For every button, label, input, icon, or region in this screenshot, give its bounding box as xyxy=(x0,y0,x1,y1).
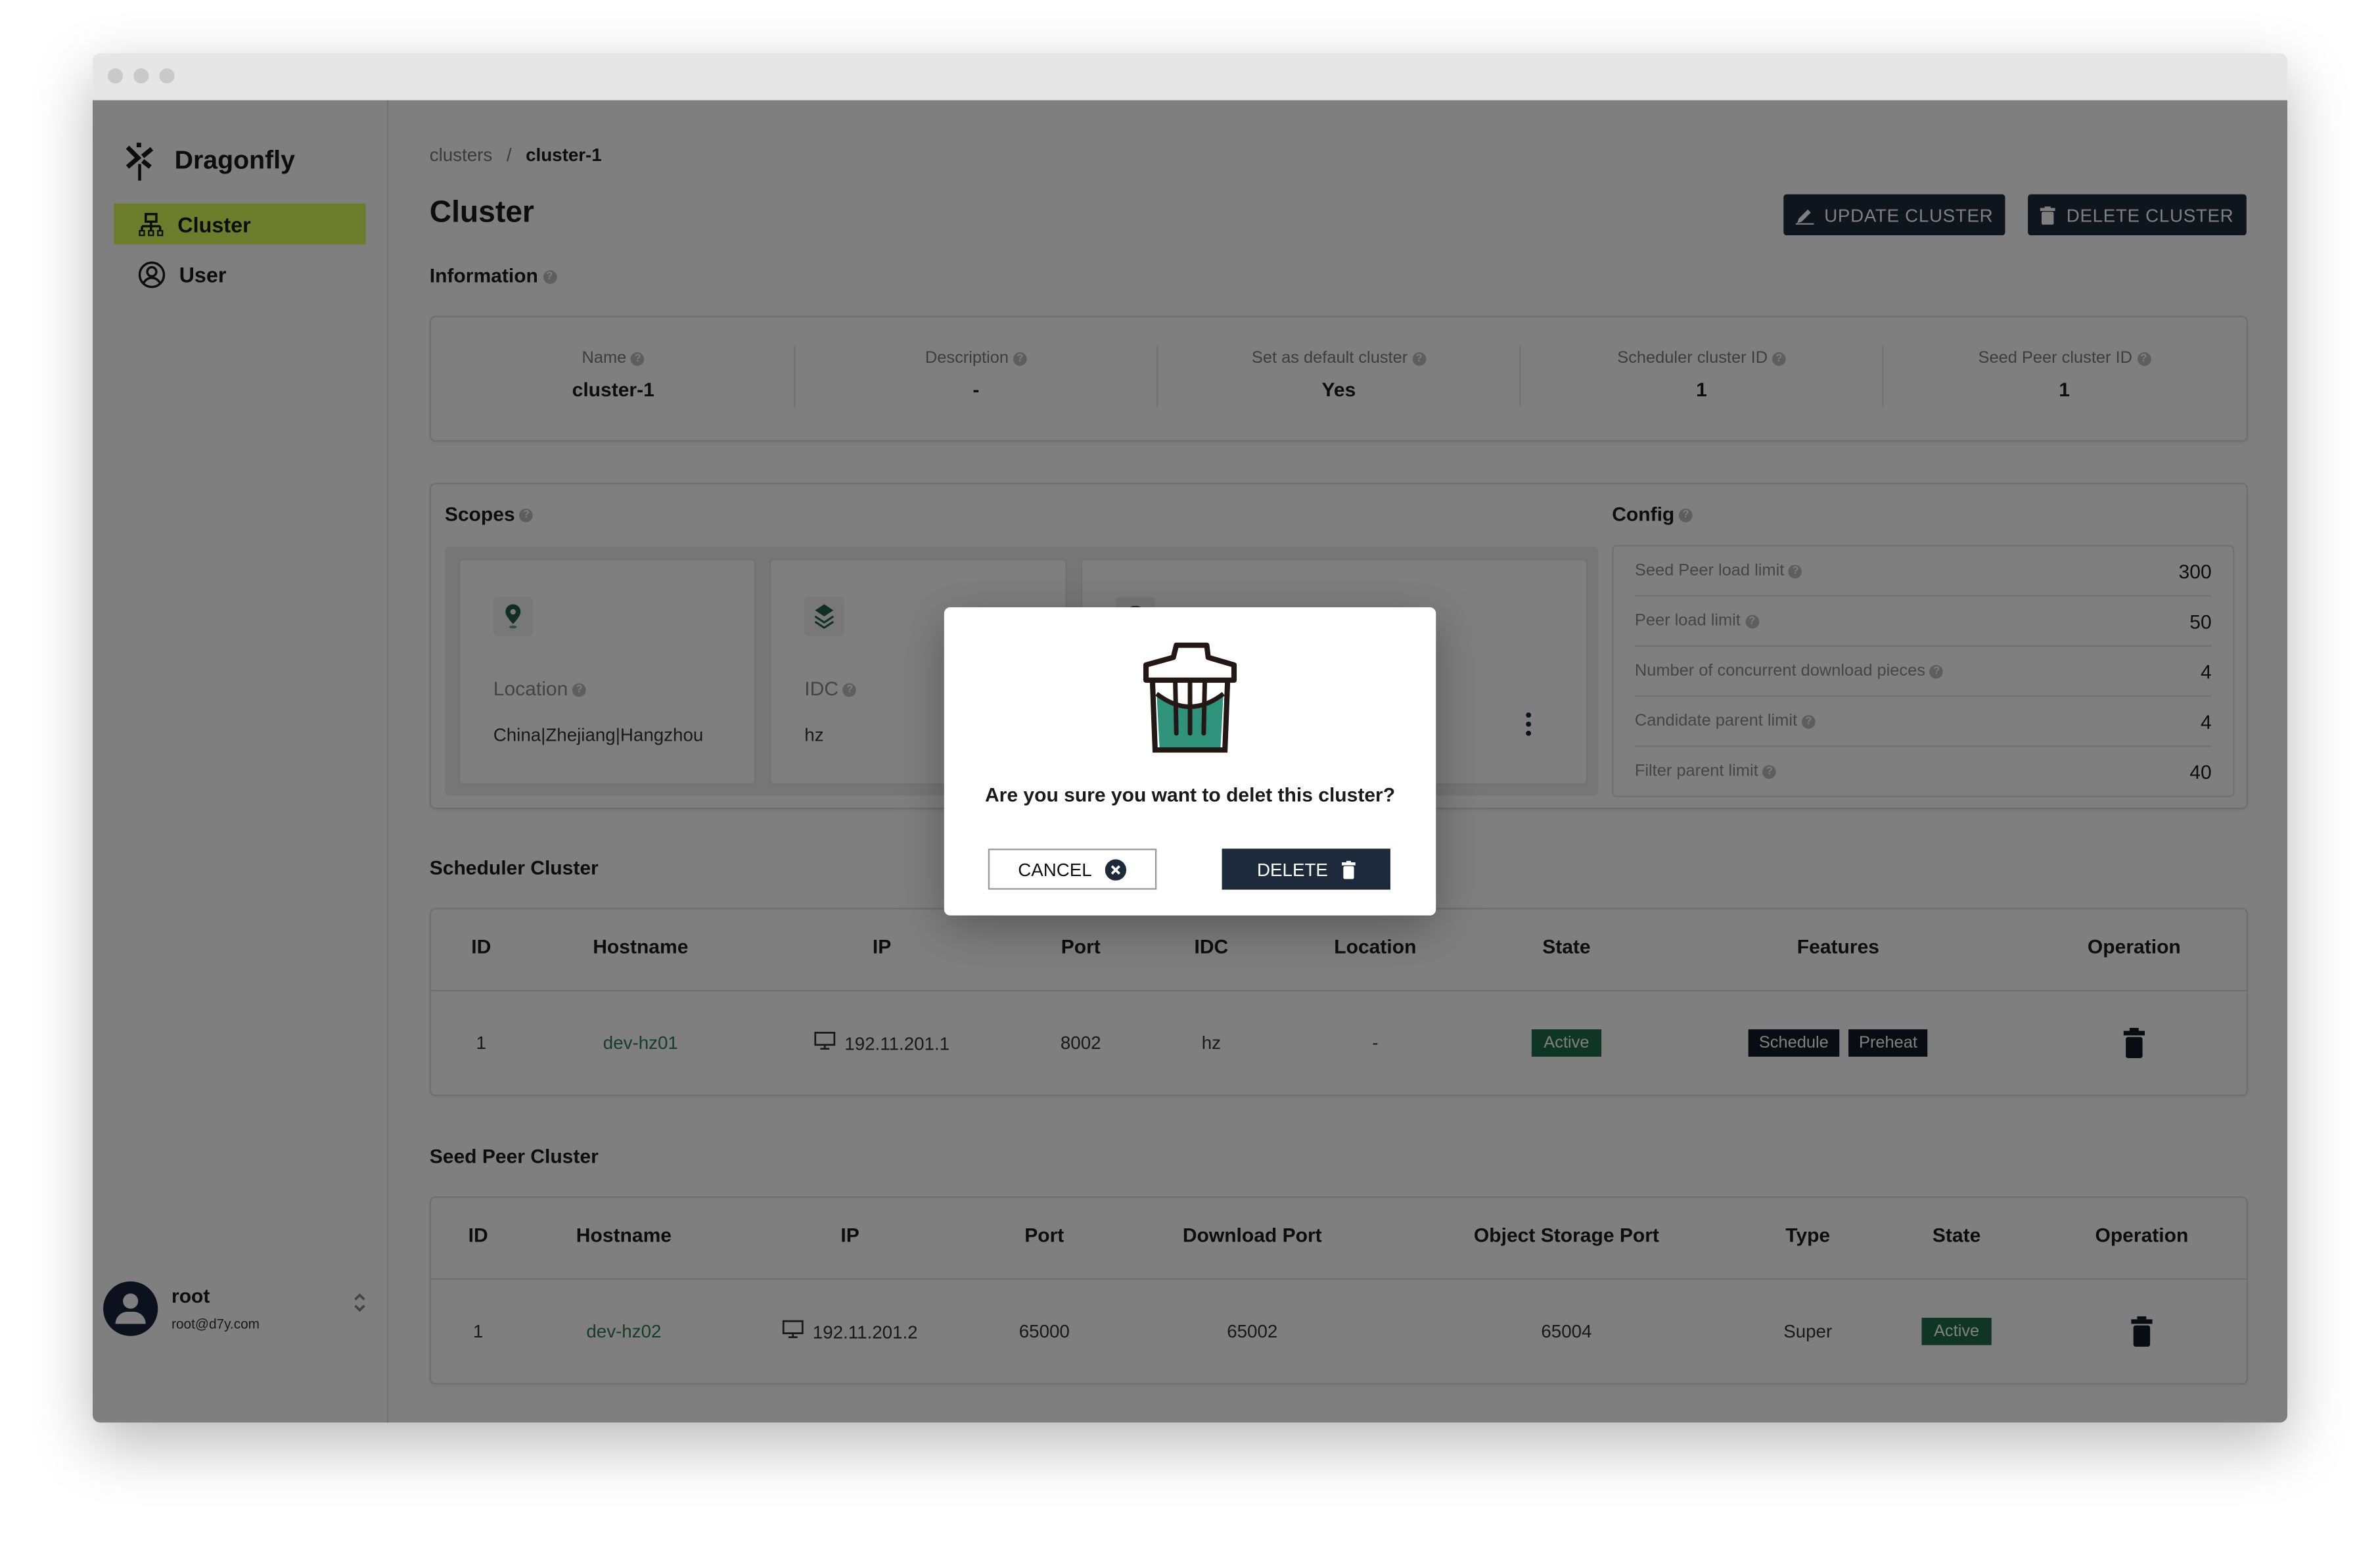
close-circle-icon xyxy=(1105,858,1127,880)
cancel-button[interactable]: CANCEL xyxy=(988,848,1157,890)
window-minimize-dot[interactable] xyxy=(133,68,149,84)
confirm-delete-button[interactable]: DELETE xyxy=(1222,848,1390,890)
cancel-label: CANCEL xyxy=(1018,858,1092,880)
trash-icon xyxy=(1341,860,1356,879)
window-titlebar xyxy=(92,53,2288,101)
window-maximize-dot[interactable] xyxy=(159,68,175,84)
delete-label: DELETE xyxy=(1257,858,1328,880)
app-window: Dragonfly Cluster User root root@d7y.com… xyxy=(92,53,2288,1423)
dialog-message: Are you sure you want to delet this clus… xyxy=(984,783,1396,806)
window-close-dot[interactable] xyxy=(108,68,124,84)
trash-illustration-icon xyxy=(1143,642,1237,753)
delete-confirm-dialog: Are you sure you want to delet this clus… xyxy=(944,607,1436,916)
